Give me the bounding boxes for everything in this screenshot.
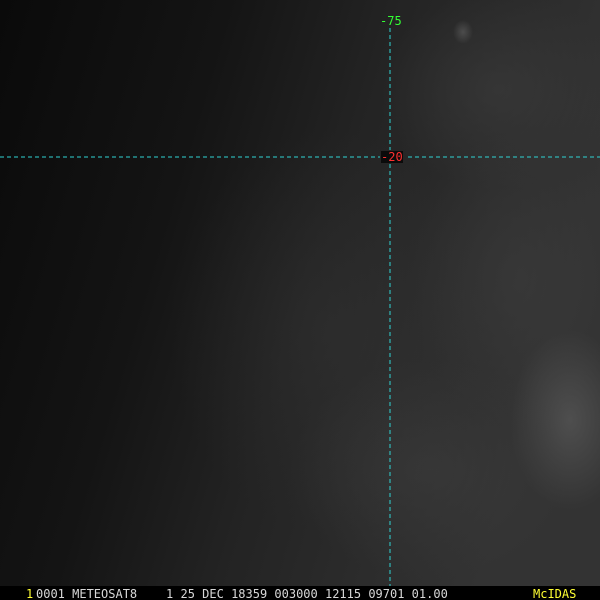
frame-number: 1 [26,587,34,600]
cloud-patch-bright [453,20,473,44]
satellite-imagery [0,0,600,600]
haze-center [170,130,490,530]
mcidas-brand: McIDAS [533,587,577,600]
satellite-image-frame: -75 -20 1 0001 METEOSAT8 1 25 DEC 18359 … [0,0,600,600]
longitude-label: -75 [380,14,402,28]
status-text: 0001 METEOSAT8 1 25 DEC 18359 003000 121… [36,587,448,600]
latitude-label: -20 [381,150,403,164]
